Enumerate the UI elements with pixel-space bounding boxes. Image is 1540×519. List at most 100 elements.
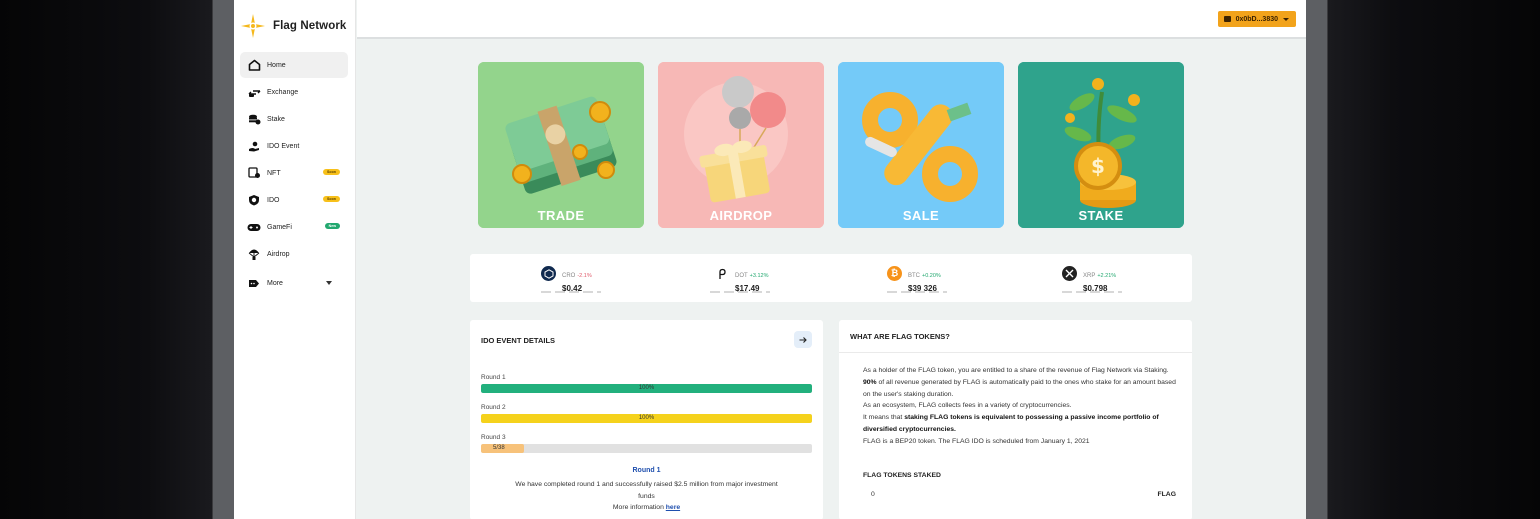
ticker-symbol: BTC	[908, 273, 920, 279]
shield-coin-icon	[247, 193, 261, 207]
progress-text: 100%	[638, 415, 655, 421]
flag-text: of all revenue generated by FLAG is auto…	[863, 378, 1176, 398]
current-round-title: Round 1	[632, 467, 661, 474]
card-label: STAKE	[1078, 208, 1124, 223]
wallet-address: 0x0bD...3830	[1235, 15, 1278, 23]
arrow-right-icon	[799, 336, 807, 343]
sidebar-item-ido[interactable]: IDO Soon	[240, 187, 348, 213]
ticker-subline	[1062, 291, 1122, 293]
staked-title: FLAG TOKENS STAKED	[863, 472, 941, 479]
more-tag-icon	[247, 276, 261, 290]
card-label: TRADE	[537, 208, 585, 223]
soon-badge: Soon	[323, 169, 340, 175]
flag-highlight: 90%	[863, 378, 877, 386]
sidebar-item-label: IDO	[267, 196, 280, 204]
sidebar-item-label: More	[267, 279, 283, 287]
brand[interactable]: Flag Network	[234, 0, 355, 52]
progress-text: 100%	[638, 385, 655, 391]
round-2-progress: 100%	[481, 414, 812, 423]
backdrop-left	[0, 0, 212, 519]
ticker-change: +2.21%	[1097, 273, 1117, 279]
dot-icon	[714, 266, 729, 281]
brand-name: Flag Network	[273, 20, 347, 32]
card-trade[interactable]: TRADE	[478, 62, 644, 228]
sidebar-item-exchange[interactable]: Exchange	[240, 79, 348, 105]
xrp-icon	[1062, 266, 1077, 281]
sidebar-item-home[interactable]: Home	[240, 52, 348, 78]
round-3-progress: 5/38	[481, 444, 812, 453]
ticker-subline	[541, 291, 601, 293]
card-label: SALE	[902, 208, 940, 223]
panel-title: IDO EVENT DETAILS	[481, 336, 556, 345]
round-description: We have completed round 1 and successful…	[515, 481, 778, 500]
sidebar-nav: Home Exchange Stake IDO Event NFT Soon I…	[234, 52, 355, 296]
hand-coin-icon	[247, 139, 261, 153]
panel-title: WHAT ARE FLAG TOKENS?	[850, 332, 950, 341]
chevron-down-icon	[1283, 17, 1289, 21]
sidebar-item-label: IDO Event	[267, 142, 300, 150]
cro-icon	[541, 266, 556, 281]
sidebar-item-more[interactable]: More	[240, 270, 348, 296]
ticker-change: +3.12%	[749, 273, 769, 279]
card-stake[interactable]: $ STAKE	[1018, 62, 1184, 228]
flag-paragraph: FLAG is a BEP20 token. The FLAG IDO is s…	[863, 437, 1090, 445]
nft-icon	[247, 166, 261, 180]
round-1-progress: 100%	[481, 384, 812, 393]
wallet-icon	[1223, 16, 1231, 22]
parachute-icon	[247, 247, 261, 261]
sidebar-item-ido-event[interactable]: IDO Event	[240, 133, 348, 159]
ticker-subline	[887, 291, 947, 293]
percent-icon	[838, 62, 1004, 228]
flag-paragraph: As an ecosystem, FLAG collects fees in a…	[863, 402, 1072, 410]
ido-event-panel: IDO EVENT DETAILS Round 1 100% Round 2 1…	[470, 320, 823, 519]
sidebar-item-label: Exchange	[267, 88, 299, 96]
soon-badge: Soon	[323, 196, 340, 202]
more-information: More information here	[470, 504, 823, 511]
app-screen: Flag Network Home Exchange Stake IDO Eve…	[234, 0, 1306, 519]
sidebar-item-gamefi[interactable]: GameFi New	[240, 214, 348, 240]
round-label: Round 3	[481, 434, 506, 441]
svg-text:$: $	[1091, 154, 1105, 178]
balloons-gift-icon	[658, 62, 824, 228]
more-information-label: More information	[612, 504, 664, 511]
chevron-down-icon	[326, 281, 332, 285]
ticker-change: +0.20%	[922, 273, 941, 279]
staked-value: 0	[871, 491, 875, 498]
star-compass-icon	[241, 14, 265, 38]
staked-unit: FLAG	[1157, 491, 1177, 498]
cash-stack-icon	[478, 62, 644, 228]
ticker-item-xrp[interactable]: XRP +2.21% $0.798	[1062, 264, 1116, 293]
card-sale[interactable]: SALE	[838, 62, 1004, 228]
ticker-symbol: CRO	[562, 273, 576, 279]
wallet-button[interactable]: 0x0bD...3830	[1217, 11, 1296, 27]
sidebar-item-stake[interactable]: Stake	[240, 106, 348, 132]
gamepad-icon	[247, 220, 261, 234]
sidebar-item-label: Home	[267, 61, 286, 69]
flag-highlight: staking FLAG tokens is equivalent to pos…	[863, 414, 1159, 433]
coin-plant-icon: $	[1018, 62, 1184, 228]
card-airdrop[interactable]: AIRDROP	[658, 62, 824, 228]
round-label: Round 2	[481, 404, 506, 411]
more-information-link[interactable]: here	[666, 504, 680, 511]
ido-details-button[interactable]	[794, 331, 812, 348]
sidebar-item-airdrop[interactable]: Airdrop	[240, 241, 348, 267]
ticker-item-dot[interactable]: DOT +3.12% $17.49	[714, 264, 768, 293]
new-badge: New	[324, 223, 340, 229]
flag-paragraph: 90% of all revenue generated by FLAG is …	[863, 377, 1181, 401]
flag-tokens-panel: WHAT ARE FLAG TOKENS? As a holder of the…	[839, 320, 1192, 519]
sidebar-item-label: NFT	[267, 169, 281, 177]
panel-header: WHAT ARE FLAG TOKENS?	[839, 320, 1192, 353]
exchange-icon	[247, 85, 261, 99]
card-label: AIRDROP	[709, 208, 773, 223]
progress-text: 5/38	[493, 445, 505, 451]
backdrop-right	[1328, 0, 1540, 519]
round-label: Round 1	[481, 374, 506, 381]
ticker-item-btc[interactable]: ₿ BTC +0.20% $39 326	[887, 264, 941, 293]
sidebar-item-nft[interactable]: NFT Soon	[240, 160, 348, 186]
sidebar-item-label: Airdrop	[267, 250, 290, 258]
price-ticker: CRO -2.1% $0.42 DOT +3.12% $17.49 ₿ BTC +0.…	[470, 254, 1192, 302]
sidebar-item-label: Stake	[267, 115, 285, 123]
flag-description: As a holder of the FLAG token, you are e…	[863, 365, 1181, 448]
ticker-item-cro[interactable]: CRO -2.1% $0.42	[541, 264, 592, 293]
ticker-change: -2.1%	[577, 273, 592, 279]
